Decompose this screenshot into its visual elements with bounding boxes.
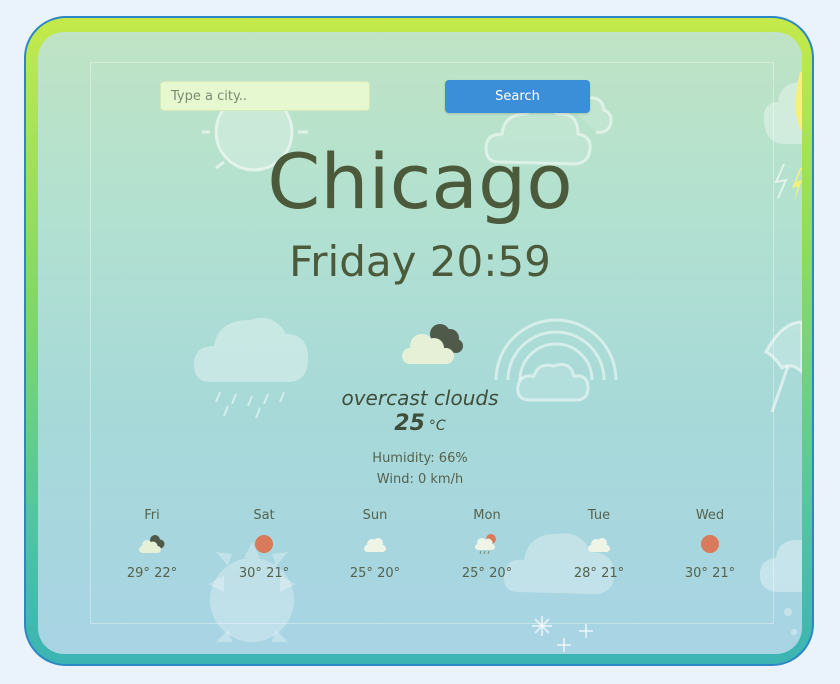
temperature-unit: °C	[428, 418, 446, 434]
day-time: Friday 20:59	[289, 237, 551, 286]
forecast-temps: 30° 21°	[684, 566, 736, 581]
sun-icon	[255, 535, 273, 553]
sun-icon	[701, 535, 719, 553]
forecast-day: Tue 28° 21°	[554, 508, 644, 581]
current-temperature: 25 °C	[38, 411, 802, 436]
forecast-day-name: Fri	[144, 508, 160, 523]
cloud-icon	[364, 538, 386, 552]
forecast-day-name: Mon	[473, 508, 501, 523]
forecast-day: Sun 25° 20°	[330, 508, 420, 581]
forecast-temps: 25° 20°	[349, 566, 401, 581]
app-frame: Search Chicago Friday 20:59 overcast clo…	[24, 16, 814, 666]
forecast-day-name: Tue	[587, 508, 611, 523]
weather-description: overcast clouds	[341, 386, 499, 410]
forecast-temps: 25° 20°	[461, 566, 513, 581]
city-name: Chicago	[267, 137, 573, 226]
sun-cloud-rain-icon	[475, 534, 496, 555]
forecast-temps: 28° 21°	[573, 566, 625, 581]
forecast-day-name: Wed	[695, 508, 725, 523]
weather-panel: Search Chicago Friday 20:59 overcast clo…	[38, 32, 802, 654]
city-search-input[interactable]	[160, 81, 370, 111]
search-button[interactable]: Search	[445, 80, 590, 113]
cloud-icon	[588, 538, 610, 552]
forecast-temps: 29° 22°	[126, 566, 178, 581]
temperature-value: 25	[394, 411, 425, 436]
forecast-day-name: Sat	[253, 508, 275, 523]
humidity-text: Humidity: 66%	[372, 451, 468, 466]
overcast-clouds-icon	[402, 324, 463, 364]
forecast-day: Sat 30° 21°	[219, 508, 309, 581]
forecast-temps: 30° 21°	[238, 566, 290, 581]
overcast-clouds-icon	[139, 535, 165, 553]
wind-text: Wind: 0 km/h	[376, 472, 464, 487]
forecast-row: Fri 29° 22° Sat 30° 21° Sun 25° 20° Mon …	[98, 508, 742, 588]
forecast-day: Fri 29° 22°	[107, 508, 197, 581]
forecast-day: Wed 30° 21°	[665, 508, 755, 581]
forecast-day-name: Sun	[362, 508, 388, 523]
forecast-day: Mon 25° 20°	[442, 508, 532, 581]
